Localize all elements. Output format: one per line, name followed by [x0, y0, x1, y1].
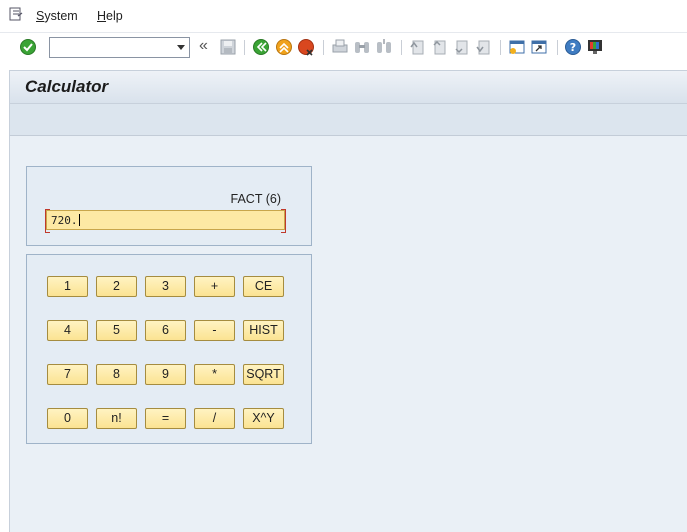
toolbar-separator — [401, 40, 402, 55]
key-4[interactable]: 4 — [47, 320, 88, 341]
key-6[interactable]: 6 — [145, 320, 186, 341]
first-page-icon[interactable] — [408, 38, 426, 56]
key-minus[interactable]: - — [194, 320, 235, 341]
next-page-icon[interactable] — [452, 38, 470, 56]
key-equals[interactable]: = — [145, 408, 186, 429]
key-9[interactable]: 9 — [145, 364, 186, 385]
window-menu-icon[interactable] — [9, 7, 23, 21]
standard-toolbar: « ? — [0, 32, 687, 62]
key-2[interactable]: 2 — [96, 276, 137, 297]
key-8[interactable]: 8 — [96, 364, 137, 385]
key-3[interactable]: 3 — [145, 276, 186, 297]
menu-help-mnemonic: H — [97, 9, 107, 23]
svg-text:?: ? — [570, 41, 576, 54]
command-dropdown-icon[interactable] — [177, 45, 185, 50]
key-plus[interactable]: + — [194, 276, 235, 297]
toolbar-separator — [244, 40, 245, 55]
key-divide[interactable]: / — [194, 408, 235, 429]
print-icon[interactable] — [331, 38, 349, 56]
menu-help-label: elp — [106, 9, 123, 23]
toolbar-separator — [500, 40, 501, 55]
keypad-frame: 1 2 3 + CE 4 5 6 - HIST 7 8 9 * SQRT 0 n… — [26, 254, 312, 444]
result-field[interactable]: 720. — [45, 209, 286, 233]
key-5[interactable]: 5 — [96, 320, 137, 341]
display-frame: FACT (6) 720. — [26, 166, 312, 246]
key-hist[interactable]: HIST — [243, 320, 284, 341]
new-session-icon[interactable] — [508, 38, 526, 56]
expression-label: FACT (6) — [230, 192, 281, 206]
find-next-icon[interactable] — [375, 38, 393, 56]
key-0[interactable]: 0 — [47, 408, 88, 429]
menu-system-label: ystem — [44, 9, 78, 23]
find-icon[interactable] — [353, 38, 371, 56]
collapse-icon[interactable]: « — [199, 37, 217, 55]
page-title: Calculator — [25, 77, 109, 96]
key-factorial[interactable]: n! — [96, 408, 137, 429]
previous-page-icon[interactable] — [430, 38, 448, 56]
back-icon[interactable] — [252, 38, 270, 56]
key-multiply[interactable]: * — [194, 364, 235, 385]
shortcut-icon[interactable] — [530, 38, 548, 56]
toolbar-separator — [557, 40, 558, 55]
key-ce[interactable]: CE — [243, 276, 284, 297]
menu-help[interactable]: Help — [97, 9, 123, 23]
key-sqrt[interactable]: SQRT — [243, 364, 284, 385]
text-cursor — [78, 214, 80, 226]
title-bar: Calculator — [9, 70, 687, 103]
result-value: 720. — [51, 214, 78, 227]
menu-bar: System Help — [0, 0, 687, 32]
key-7[interactable]: 7 — [47, 364, 88, 385]
menu-system[interactable]: System — [36, 9, 78, 23]
cancel-icon[interactable] — [297, 38, 315, 56]
customize-layout-icon[interactable] — [586, 38, 604, 56]
enter-icon[interactable] — [19, 38, 37, 56]
save-icon[interactable] — [219, 38, 237, 56]
last-page-icon[interactable] — [474, 38, 492, 56]
command-field[interactable] — [49, 37, 190, 58]
help-icon[interactable]: ? — [564, 38, 582, 56]
key-power[interactable]: X^Y — [243, 408, 284, 429]
application-toolbar — [9, 103, 687, 136]
key-1[interactable]: 1 — [47, 276, 88, 297]
toolbar-separator — [323, 40, 324, 55]
exit-icon[interactable] — [275, 38, 293, 56]
